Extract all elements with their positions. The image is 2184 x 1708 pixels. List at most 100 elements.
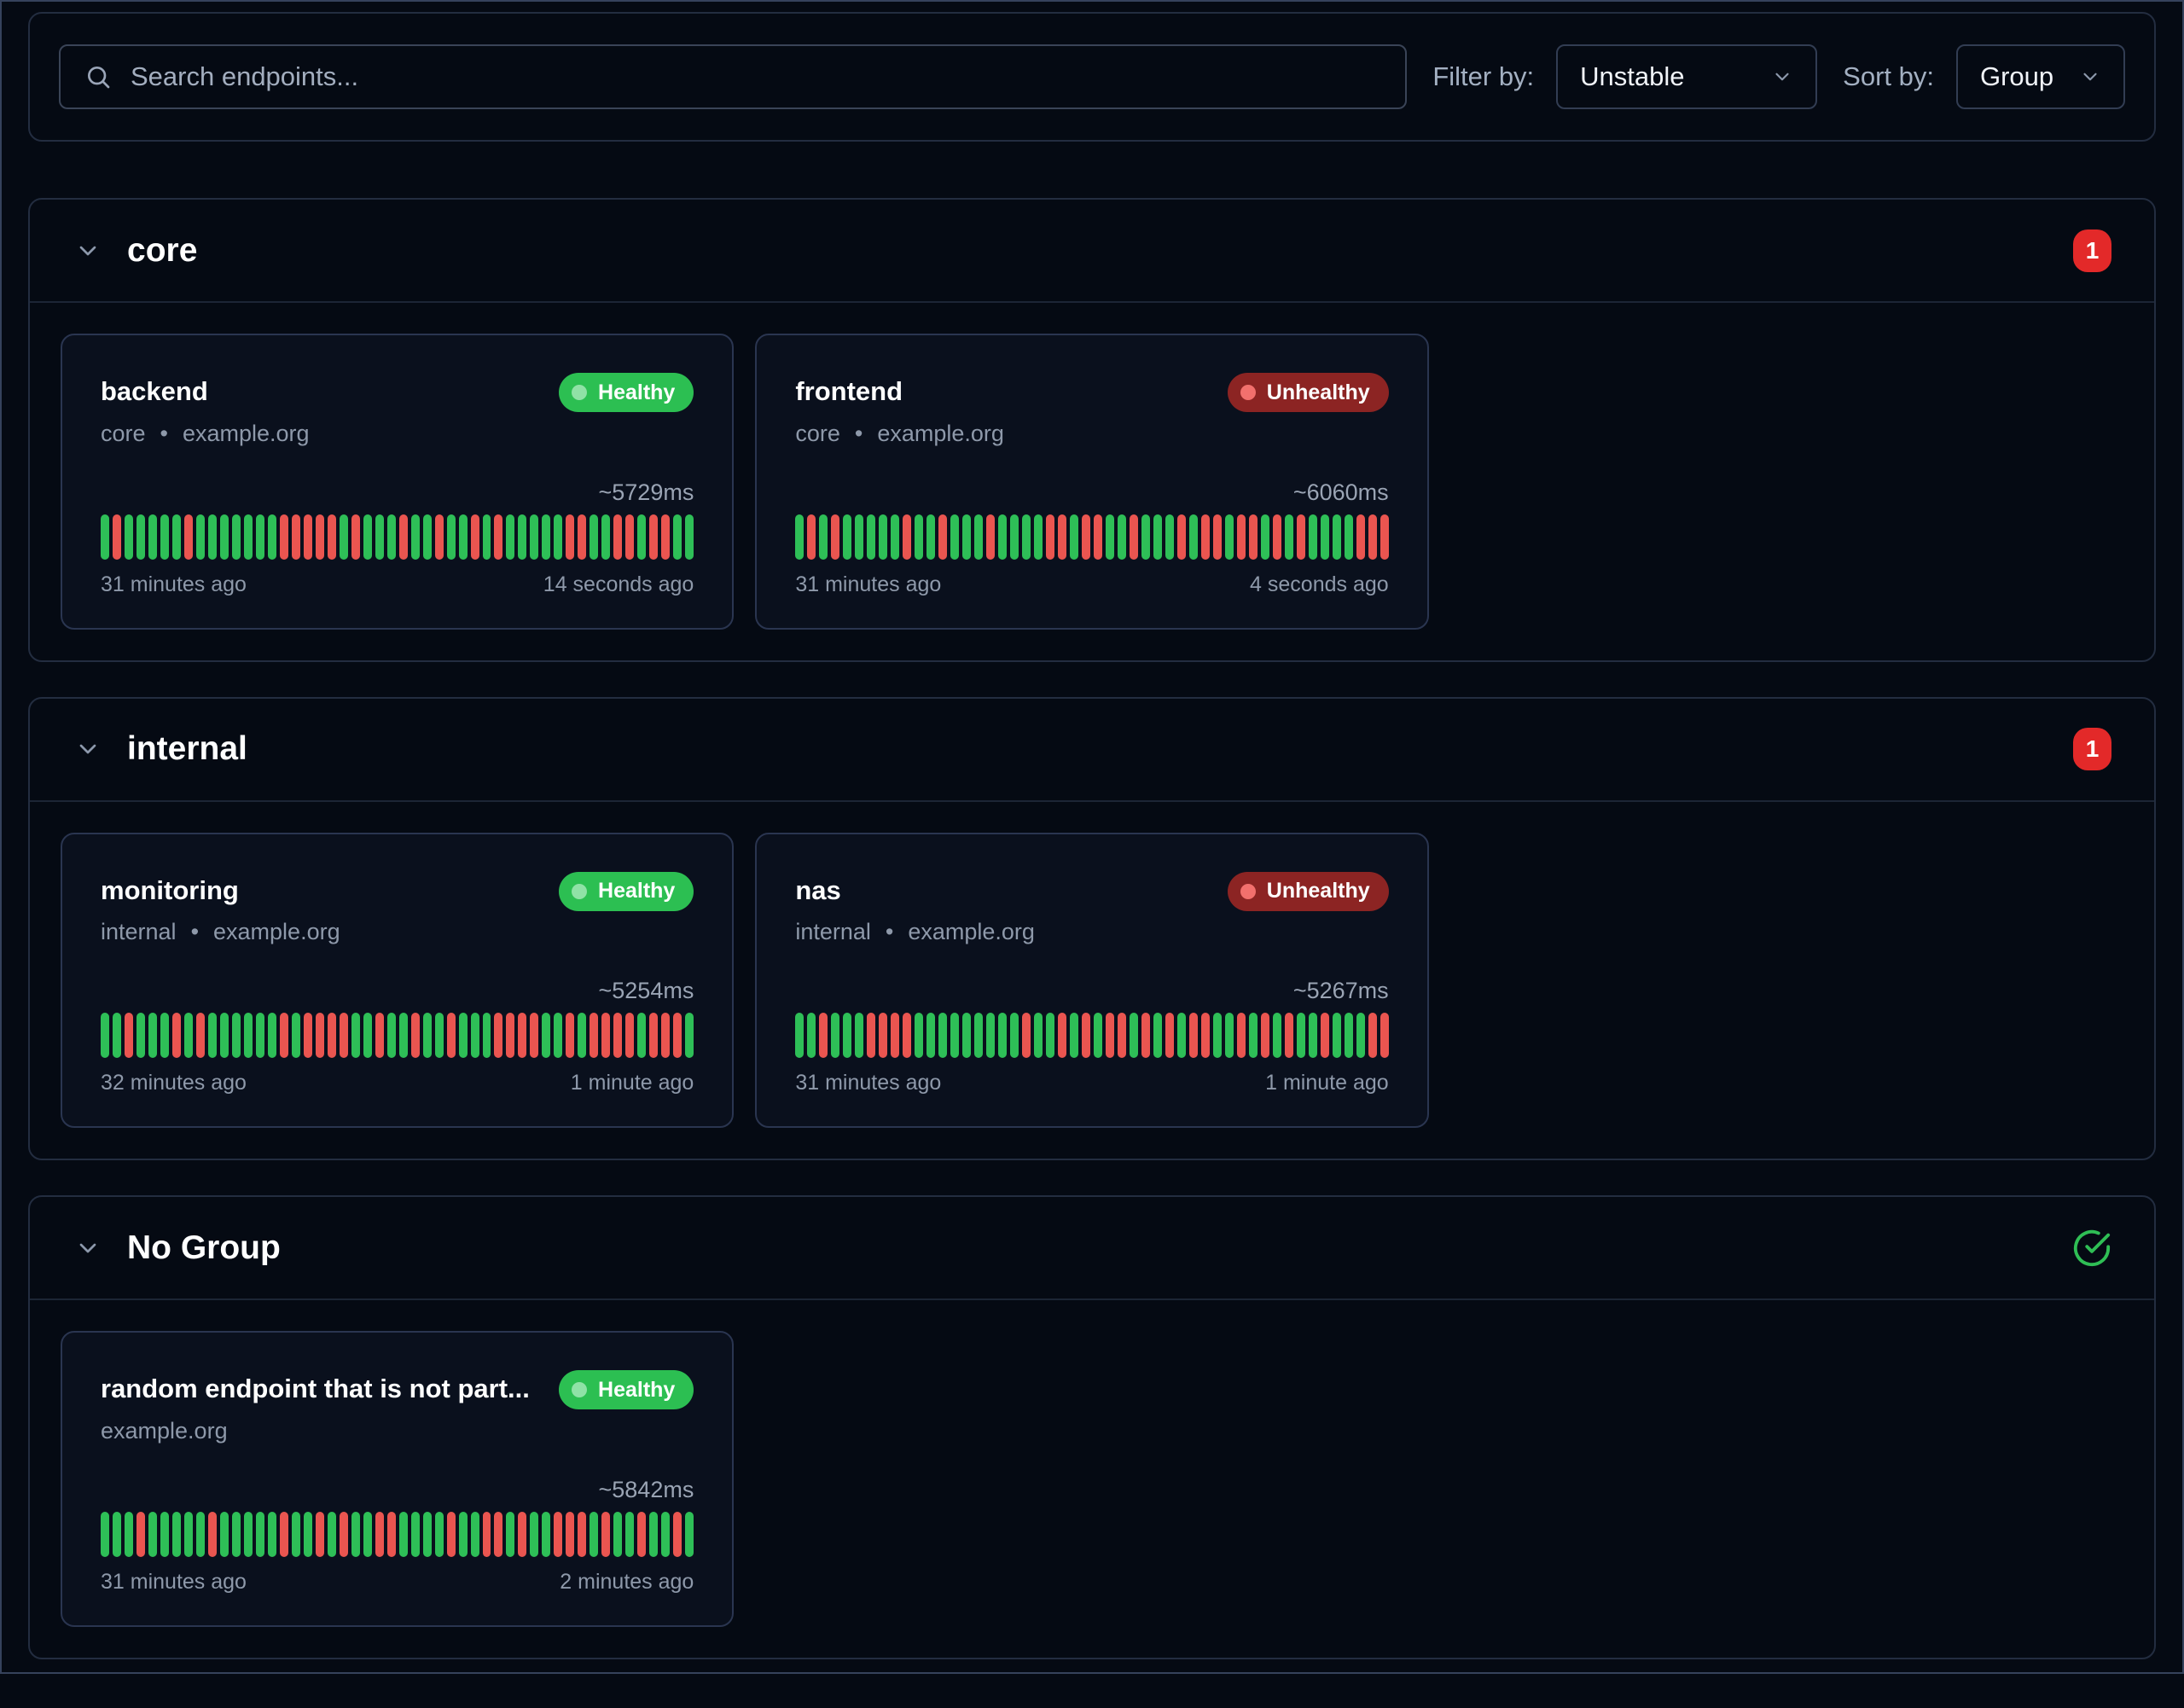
failure-bar <box>601 1512 610 1557</box>
endpoint-card-frontend[interactable]: frontend core • example.org Unhealthy ~6… <box>755 334 1428 630</box>
success-bar <box>891 514 899 560</box>
success-bar <box>399 1013 408 1058</box>
group-header-internal[interactable]: internal 1 <box>30 699 2154 802</box>
success-bar <box>795 514 804 560</box>
status-badge: Unhealthy <box>1228 872 1389 911</box>
success-bar <box>938 1013 947 1058</box>
success-bar <box>136 514 145 560</box>
failure-bar <box>613 1013 622 1058</box>
endpoint-group: core <box>795 421 840 447</box>
success-bar <box>351 1013 360 1058</box>
newest-time: 4 seconds ago <box>1250 572 1389 597</box>
success-bar <box>256 1512 264 1557</box>
success-bar <box>160 1013 169 1058</box>
status-dot-icon <box>1240 884 1256 899</box>
time-range: 31 minutes ago 2 minutes ago <box>101 1570 694 1595</box>
success-bar <box>483 1013 491 1058</box>
endpoint-group: core <box>101 421 146 447</box>
latency-value: ~5267ms <box>795 978 1388 1004</box>
success-bar <box>340 514 348 560</box>
success-bar <box>220 1013 229 1058</box>
success-bar <box>1273 1013 1281 1058</box>
success-bar <box>387 1013 396 1058</box>
newest-time: 1 minute ago <box>571 1071 694 1095</box>
newest-time: 2 minutes ago <box>560 1570 694 1595</box>
success-bar <box>1153 514 1162 560</box>
success-bar <box>1333 514 1341 560</box>
success-bar <box>256 1013 264 1058</box>
failure-bar <box>494 514 502 560</box>
status-badge: Healthy <box>559 872 694 911</box>
success-bar <box>435 1013 444 1058</box>
success-bar <box>974 1013 983 1058</box>
failure-bar <box>1165 1013 1174 1058</box>
success-bar <box>1070 1013 1078 1058</box>
failure-bar <box>1201 1013 1210 1058</box>
chevron-down-icon <box>74 735 102 763</box>
failure-bar <box>1380 514 1389 560</box>
failure-bar <box>578 1512 586 1557</box>
failure-bar <box>1130 514 1138 560</box>
failure-bar <box>1237 1013 1246 1058</box>
failure-bar <box>867 1013 875 1058</box>
unhealthy-count-badge: 1 <box>2073 229 2111 272</box>
success-bar <box>1034 1013 1043 1058</box>
status-badge: Healthy <box>559 373 694 412</box>
endpoint-card-nas[interactable]: nas internal • example.org Unhealthy ~52… <box>755 833 1428 1129</box>
endpoint-host: example.org <box>101 1418 228 1444</box>
success-bar <box>196 514 205 560</box>
filter-control: Filter by: Unstable <box>1432 44 1817 109</box>
failure-bar <box>113 514 121 560</box>
failure-bar <box>387 1512 396 1557</box>
failure-bar <box>1285 1013 1293 1058</box>
status-dashboard: Filter by: Unstable Sort by: Group core … <box>2 2 2182 1708</box>
success-bar <box>1022 514 1031 560</box>
success-bar <box>459 1512 468 1557</box>
endpoint-group: internal <box>101 919 177 945</box>
search-icon <box>84 63 112 90</box>
endpoint-subtitle: example.org <box>101 1418 530 1444</box>
endpoint-card-monitoring[interactable]: monitoring internal • example.org Health… <box>61 833 734 1129</box>
group-header-core[interactable]: core 1 <box>30 200 2154 303</box>
sort-label: Sort by: <box>1843 61 1934 92</box>
endpoint-subtitle: internal • example.org <box>795 919 1035 945</box>
failure-bar <box>375 1013 384 1058</box>
search-input[interactable] <box>131 61 1381 92</box>
failure-bar <box>938 514 947 560</box>
success-bar <box>268 1013 276 1058</box>
group-body-internal: monitoring internal • example.org Health… <box>30 802 2154 1159</box>
endpoint-name: nas <box>795 872 1035 906</box>
success-bar <box>160 1512 169 1557</box>
separator-dot: • <box>160 421 168 447</box>
group-section-internal: internal 1 monitoring internal • example… <box>28 697 2156 1161</box>
failure-bar <box>172 1013 181 1058</box>
sort-select[interactable]: Group <box>1956 44 2125 109</box>
endpoint-name: random endpoint that is not part... <box>101 1370 530 1404</box>
success-bar <box>685 514 694 560</box>
failure-bar <box>399 514 408 560</box>
success-bar <box>1165 514 1174 560</box>
failure-bar <box>601 1013 610 1058</box>
uptime-bars <box>101 1013 694 1058</box>
failure-bar <box>136 1512 145 1557</box>
failure-bar <box>328 1013 336 1058</box>
success-bar <box>363 1013 372 1058</box>
filter-select[interactable]: Unstable <box>1556 44 1817 109</box>
group-header-no-group[interactable]: No Group <box>30 1197 2154 1300</box>
endpoint-card-backend[interactable]: backend core • example.org Healthy ~5729… <box>61 334 734 630</box>
success-bar <box>1118 514 1126 560</box>
failure-bar <box>494 1512 502 1557</box>
failure-bar <box>903 1013 911 1058</box>
search-box[interactable] <box>59 44 1407 109</box>
group-section-no-group: No Group random endpoint that is not par… <box>28 1195 2156 1659</box>
failure-bar <box>673 1512 682 1557</box>
time-range: 31 minutes ago 1 minute ago <box>795 1071 1388 1095</box>
success-bar <box>554 514 562 560</box>
failure-bar <box>435 514 444 560</box>
failure-bar <box>649 514 658 560</box>
endpoint-card-random[interactable]: random endpoint that is not part... exam… <box>61 1331 734 1627</box>
success-bar <box>962 1013 971 1058</box>
success-bar <box>1189 514 1198 560</box>
success-bar <box>328 1512 336 1557</box>
group-body-no-group: random endpoint that is not part... exam… <box>30 1300 2154 1658</box>
